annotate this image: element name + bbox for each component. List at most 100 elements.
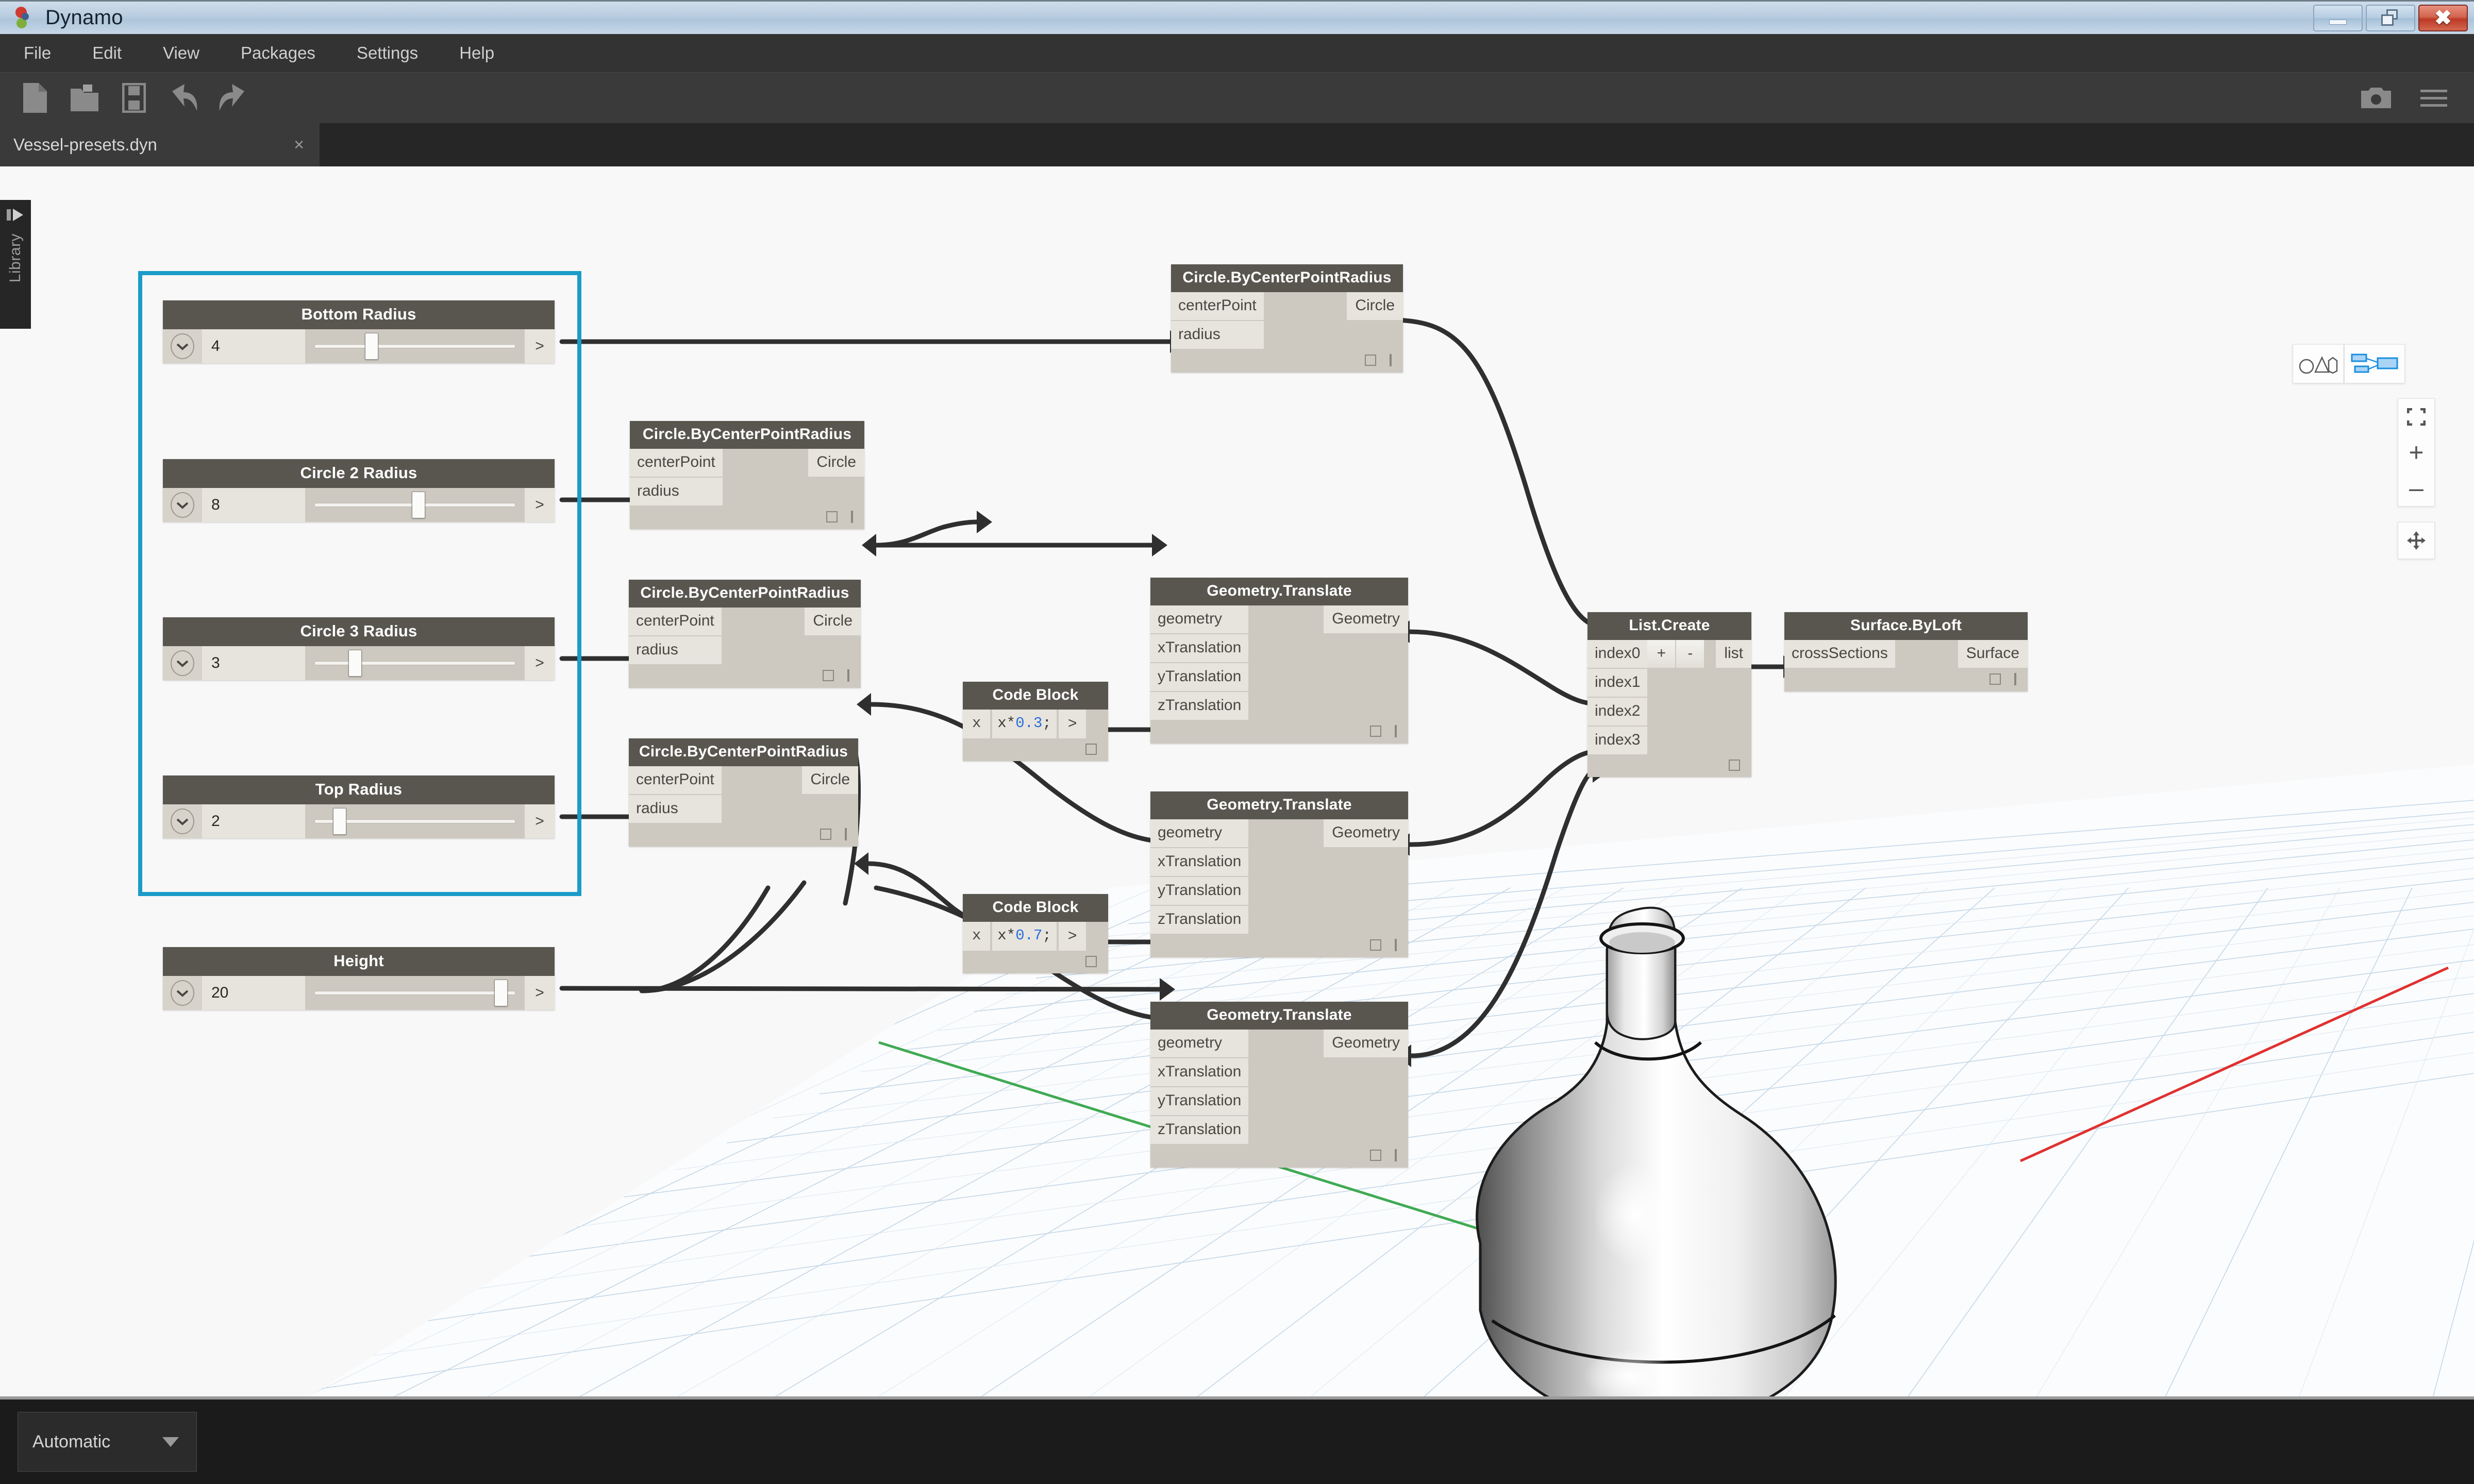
output-port-circle[interactable]: Circle bbox=[802, 766, 858, 794]
node-lacing-icon[interactable] bbox=[1395, 725, 1397, 737]
slider-thumb[interactable] bbox=[412, 492, 426, 518]
menu-file[interactable]: File bbox=[6, 43, 69, 63]
input-port-crosssections[interactable]: crossSections bbox=[1784, 640, 1895, 668]
input-port-centerpoint[interactable]: centerPoint bbox=[629, 608, 722, 636]
slider-value[interactable]: 20 bbox=[202, 976, 305, 1010]
slider-track[interactable] bbox=[305, 329, 525, 363]
menu-view[interactable]: View bbox=[145, 43, 217, 63]
node-preview-toggle-icon[interactable] bbox=[1370, 726, 1381, 737]
slider-node-height[interactable]: Height 20 > bbox=[163, 947, 555, 1010]
slider-node-circle-2-radius[interactable]: Circle 2 Radius 8 > bbox=[163, 459, 555, 522]
slider-output-port[interactable]: > bbox=[525, 329, 555, 363]
geometry-view-button[interactable] bbox=[2293, 344, 2344, 383]
slider-thumb[interactable] bbox=[494, 980, 508, 1006]
input-port-ytranslation[interactable]: yTranslation bbox=[1150, 663, 1249, 692]
open-folder-button[interactable] bbox=[60, 73, 109, 123]
maximize-button[interactable] bbox=[2366, 4, 2415, 31]
input-port-geometry[interactable]: geometry bbox=[1150, 1030, 1249, 1058]
input-port-ytranslation[interactable]: yTranslation bbox=[1150, 877, 1249, 906]
remove-input-button[interactable]: - bbox=[1676, 640, 1706, 668]
slider-expand-button[interactable] bbox=[163, 329, 202, 363]
input-port-ztranslation[interactable]: zTranslation bbox=[1150, 906, 1249, 934]
slider-node-top-radius[interactable]: Top Radius 2 > bbox=[163, 775, 555, 838]
node-circle-bycenterpointradius-top[interactable]: Circle.ByCenterPointRadius centerPoint r… bbox=[1171, 264, 1403, 373]
output-port-circle[interactable]: Circle bbox=[805, 608, 861, 635]
input-port-centerpoint[interactable]: centerPoint bbox=[630, 449, 723, 478]
minimize-button[interactable] bbox=[2313, 4, 2363, 31]
input-port-x[interactable]: x bbox=[963, 922, 991, 951]
output-port-geometry[interactable]: Geometry bbox=[1324, 1030, 1408, 1057]
node-circle-bycenterpointradius-3[interactable]: Circle.ByCenterPointRadius centerPoint r… bbox=[629, 580, 861, 688]
slider-output-port[interactable]: > bbox=[525, 488, 555, 522]
add-input-button[interactable]: + bbox=[1647, 640, 1677, 668]
slider-thumb[interactable] bbox=[348, 650, 362, 677]
node-lacing-icon[interactable] bbox=[2014, 673, 2016, 685]
input-port-radius[interactable]: radius bbox=[1171, 321, 1264, 349]
node-lacing-icon[interactable] bbox=[1395, 939, 1397, 951]
node-preview-toggle-icon[interactable] bbox=[823, 670, 834, 681]
node-preview-toggle-icon[interactable] bbox=[1085, 744, 1097, 755]
code-text[interactable]: x*0.3; bbox=[992, 710, 1057, 738]
node-lacing-icon[interactable] bbox=[845, 828, 847, 840]
pan-button[interactable] bbox=[2398, 522, 2435, 559]
node-preview-toggle-icon[interactable] bbox=[1729, 760, 1740, 771]
node-geometry-translate-3[interactable]: Geometry.Translate geometry xTranslation… bbox=[1150, 1002, 1408, 1168]
input-port-centerpoint[interactable]: centerPoint bbox=[629, 766, 722, 795]
tab-close-icon[interactable]: × bbox=[294, 135, 304, 155]
slider-expand-button[interactable] bbox=[163, 488, 202, 522]
node-preview-toggle-icon[interactable] bbox=[1365, 355, 1376, 366]
undo-button[interactable] bbox=[159, 73, 208, 123]
code-text[interactable]: x*0.7; bbox=[992, 922, 1057, 951]
input-port-geometry[interactable]: geometry bbox=[1150, 819, 1249, 848]
slider-track[interactable] bbox=[305, 488, 525, 522]
node-geometry-translate-1[interactable]: Geometry.Translate geometry xTranslation… bbox=[1150, 578, 1408, 744]
slider-thumb[interactable] bbox=[365, 333, 379, 360]
input-port-geometry[interactable]: geometry bbox=[1150, 605, 1249, 634]
zoom-out-button[interactable]: – bbox=[2398, 470, 2434, 506]
input-port-ztranslation[interactable]: zTranslation bbox=[1150, 692, 1249, 720]
output-port-circle[interactable]: Circle bbox=[808, 449, 864, 477]
graph-canvas[interactable]: Library Bottom Radius 4 > Circle 2 Radiu… bbox=[0, 166, 2474, 1396]
output-port-geometry[interactable]: Geometry bbox=[1324, 819, 1408, 847]
redo-button[interactable] bbox=[208, 73, 258, 123]
slider-track[interactable] bbox=[305, 646, 525, 680]
zoom-in-button[interactable]: + bbox=[2398, 434, 2434, 470]
screenshot-button[interactable] bbox=[2351, 73, 2401, 123]
output-port-circle[interactable]: Circle bbox=[1347, 292, 1403, 320]
slider-value[interactable]: 2 bbox=[202, 804, 305, 838]
node-lacing-icon[interactable] bbox=[851, 511, 853, 523]
slider-expand-button[interactable] bbox=[163, 646, 202, 680]
slider-expand-button[interactable] bbox=[163, 976, 202, 1010]
menu-packages[interactable]: Packages bbox=[223, 43, 333, 63]
menu-edit[interactable]: Edit bbox=[75, 43, 139, 63]
node-code-block-1[interactable]: Code Block x x*0.3; > bbox=[963, 682, 1108, 761]
node-geometry-translate-2[interactable]: Geometry.Translate geometry xTranslation… bbox=[1150, 791, 1408, 957]
node-code-block-2[interactable]: Code Block x x*0.7; > bbox=[963, 894, 1108, 973]
slider-track[interactable] bbox=[305, 976, 525, 1010]
input-port-xtranslation[interactable]: xTranslation bbox=[1150, 848, 1249, 877]
input-port-index1[interactable]: index1 bbox=[1587, 669, 1648, 698]
input-port-ytranslation[interactable]: yTranslation bbox=[1150, 1087, 1249, 1116]
close-button[interactable]: ✖ bbox=[2418, 4, 2468, 31]
input-port-index0[interactable]: index0 bbox=[1587, 640, 1648, 669]
slider-value[interactable]: 4 bbox=[202, 329, 305, 363]
output-port[interactable]: > bbox=[1058, 710, 1086, 738]
library-panel-tab[interactable]: Library bbox=[0, 200, 31, 329]
node-list-create[interactable]: List.Create index0 index1 index2 index3 … bbox=[1587, 612, 1751, 777]
input-port-x[interactable]: x bbox=[963, 710, 991, 738]
output-port-surface[interactable]: Surface bbox=[1958, 640, 2028, 668]
run-mode-dropdown[interactable]: Automatic bbox=[18, 1412, 197, 1472]
node-preview-toggle-icon[interactable] bbox=[820, 829, 831, 840]
input-port-radius[interactable]: radius bbox=[629, 636, 722, 664]
slider-output-port[interactable]: > bbox=[525, 804, 555, 838]
input-port-centerpoint[interactable]: centerPoint bbox=[1171, 292, 1264, 321]
hamburger-menu-button[interactable] bbox=[2409, 73, 2459, 123]
menu-settings[interactable]: Settings bbox=[339, 43, 436, 63]
zoom-to-fit-button[interactable] bbox=[2398, 399, 2434, 434]
input-port-ztranslation[interactable]: zTranslation bbox=[1150, 1116, 1249, 1144]
input-port-xtranslation[interactable]: xTranslation bbox=[1150, 1058, 1249, 1087]
menu-help[interactable]: Help bbox=[442, 43, 512, 63]
input-port-radius[interactable]: radius bbox=[629, 795, 722, 823]
output-port-geometry[interactable]: Geometry bbox=[1324, 605, 1408, 633]
node-surface-byloft[interactable]: Surface.ByLoft crossSections Surface bbox=[1784, 612, 2028, 692]
